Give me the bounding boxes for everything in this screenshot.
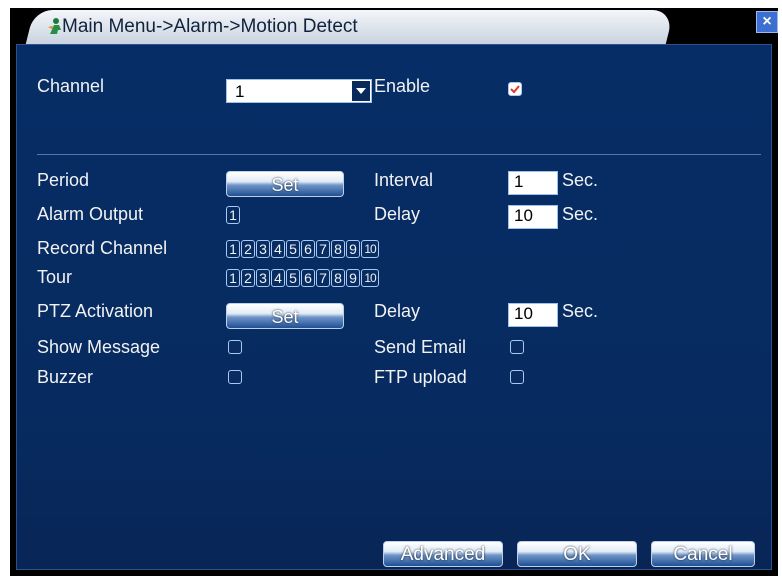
record-channel-item[interactable]: 8: [331, 240, 345, 258]
title-bar: Main Menu->Alarm->Motion Detect ×: [10, 8, 778, 44]
delay-input[interactable]: 10: [508, 205, 558, 229]
send-email-label: Send Email: [374, 337, 467, 357]
record-channel-label: Record Channel: [37, 238, 168, 258]
tour-item[interactable]: 5: [286, 269, 300, 287]
ptz-delay-label: Delay: [374, 301, 421, 321]
alarm-output-label: Alarm Output: [37, 204, 144, 224]
enable-label: Enable: [374, 76, 431, 96]
record-channel-item[interactable]: 5: [286, 240, 300, 258]
send-email-checkbox[interactable]: [510, 340, 524, 354]
cancel-button[interactable]: Cancel: [651, 541, 755, 567]
alarm-output-item[interactable]: 1: [226, 206, 240, 224]
tour-item[interactable]: 10: [361, 269, 379, 287]
ptz-activation-label: PTZ Activation: [37, 301, 154, 321]
ptz-delay-unit: Sec.: [562, 301, 599, 321]
tour-item[interactable]: 9: [346, 269, 360, 287]
tour-item[interactable]: 8: [331, 269, 345, 287]
tour-item[interactable]: 3: [256, 269, 270, 287]
tour-item[interactable]: 4: [271, 269, 285, 287]
ok-button[interactable]: OK: [517, 541, 637, 567]
tour-label: Tour: [37, 267, 73, 287]
channel-dropdown[interactable]: 1: [226, 79, 372, 103]
record-channel-item[interactable]: 1: [226, 240, 240, 258]
record-channel-item[interactable]: 9: [346, 240, 360, 258]
chevron-down-icon[interactable]: [352, 81, 370, 101]
record-channel-item[interactable]: 10: [361, 240, 379, 258]
ftp-upload-label: FTP upload: [374, 367, 467, 387]
close-button[interactable]: ×: [756, 11, 778, 33]
delay-label: Delay: [374, 204, 421, 224]
record-channel-item[interactable]: 2: [241, 240, 255, 258]
ptz-set-button[interactable]: Set: [226, 303, 344, 329]
buzzer-checkbox[interactable]: [228, 370, 242, 384]
tour-item[interactable]: 2: [241, 269, 255, 287]
tour-item[interactable]: 7: [316, 269, 330, 287]
ptz-delay-input[interactable]: 10: [508, 303, 558, 327]
show-message-label: Show Message: [37, 337, 161, 357]
ftp-upload-checkbox[interactable]: [510, 370, 524, 384]
advanced-button[interactable]: Advanced: [383, 541, 503, 567]
show-message-checkbox[interactable]: [228, 340, 242, 354]
record-channel-item[interactable]: 3: [256, 240, 270, 258]
tour-item[interactable]: 6: [301, 269, 315, 287]
interval-input[interactable]: 1: [508, 171, 558, 195]
period-set-button[interactable]: Set: [226, 171, 344, 197]
menu-person-icon: [48, 18, 61, 34]
delay-unit: Sec.: [562, 204, 599, 224]
channel-label: Channel: [37, 76, 105, 96]
record-channel-item[interactable]: 4: [271, 240, 285, 258]
period-label: Period: [37, 170, 90, 190]
enable-checkbox[interactable]: [508, 82, 522, 96]
settings-panel: Channel 1 Enable Period Set Interval 1 S…: [16, 44, 772, 570]
interval-unit: Sec.: [562, 170, 599, 190]
channel-value: 1: [235, 82, 245, 101]
divider: [37, 154, 761, 155]
interval-label: Interval: [374, 170, 434, 190]
window-title: Main Menu->Alarm->Motion Detect: [62, 16, 358, 37]
tour-item[interactable]: 1: [226, 269, 240, 287]
record-channel-item[interactable]: 6: [301, 240, 315, 258]
buzzer-label: Buzzer: [37, 367, 94, 387]
motion-detect-window: Main Menu->Alarm->Motion Detect × Channe…: [10, 8, 778, 576]
checkmark-icon: [510, 85, 520, 94]
record-channel-item[interactable]: 7: [316, 240, 330, 258]
